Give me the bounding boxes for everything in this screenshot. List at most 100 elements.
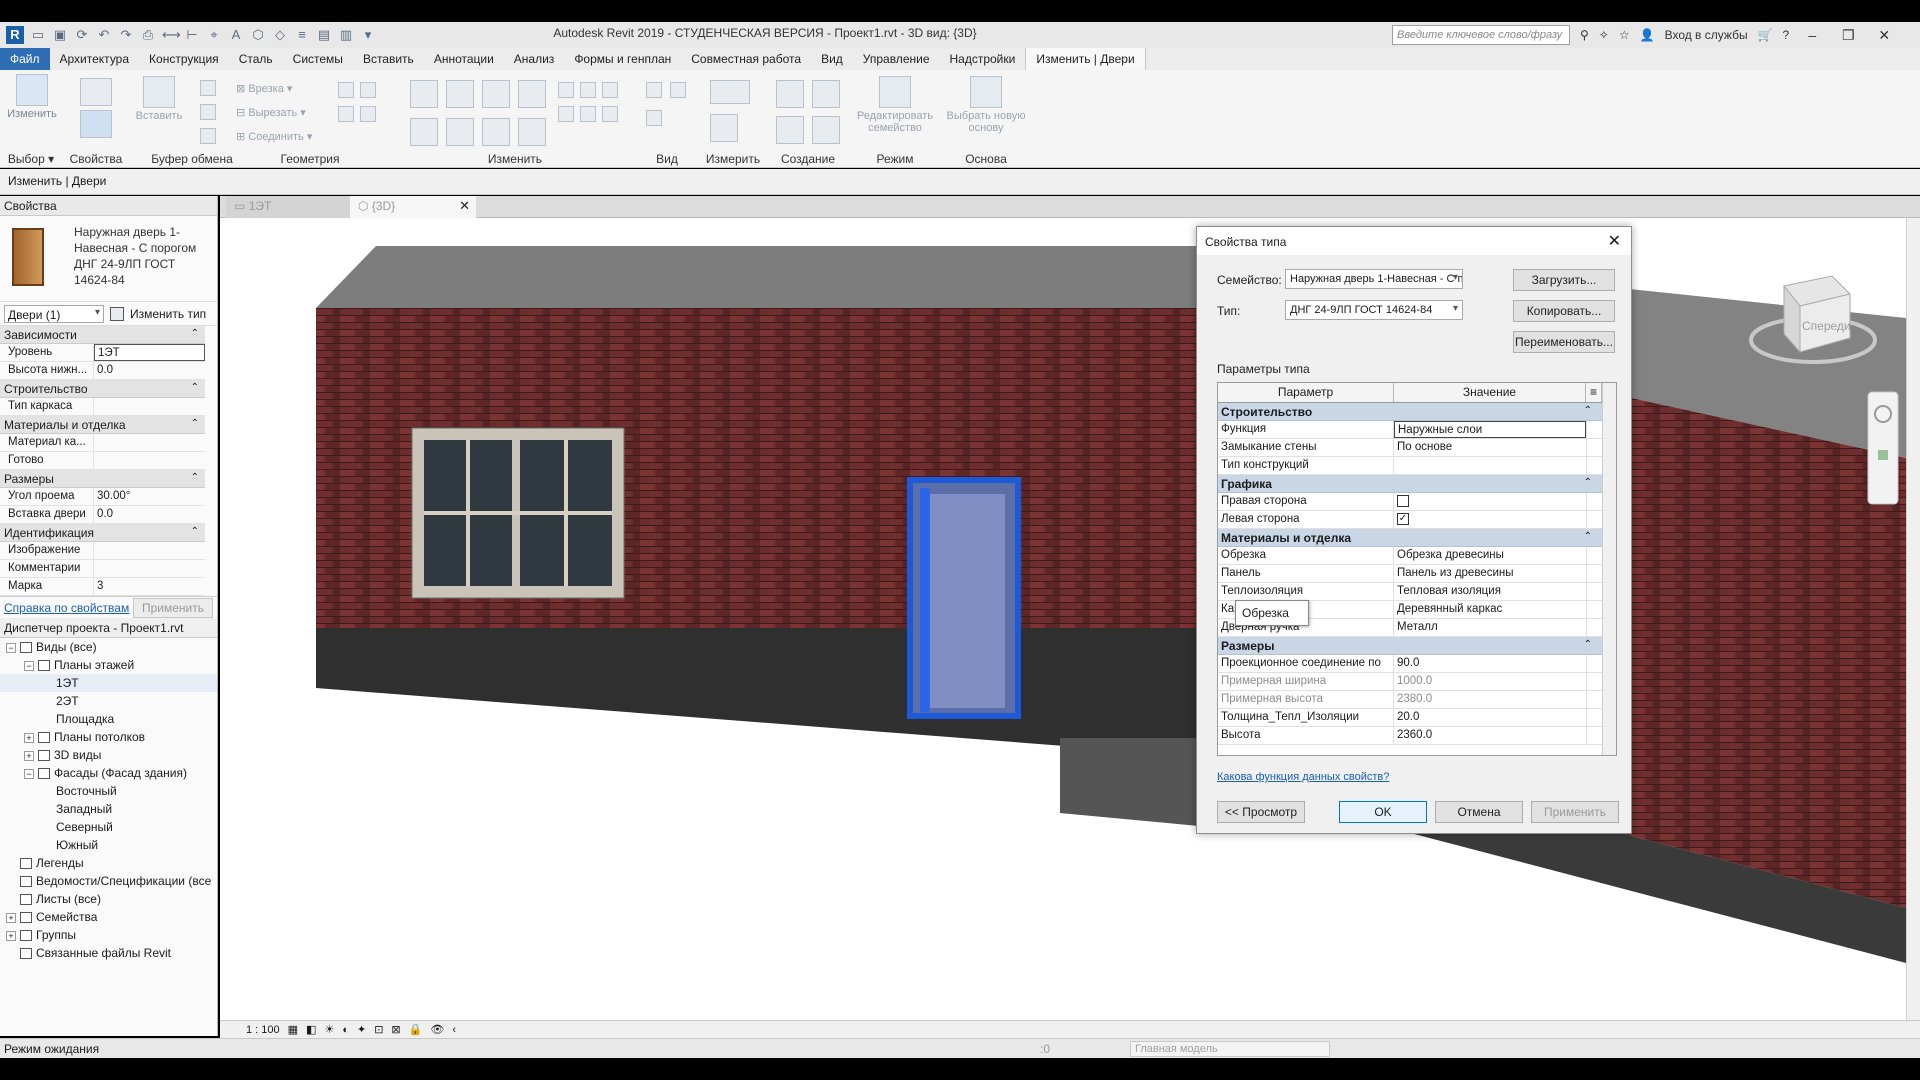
param-browse-button[interactable] bbox=[1586, 655, 1596, 672]
param-value[interactable]: Панель из древесины bbox=[1394, 565, 1586, 582]
param-row[interactable]: Панель Панель из древесины bbox=[1218, 565, 1616, 583]
property-row[interactable]: Изображение bbox=[0, 542, 205, 560]
lock-view-icon[interactable]: 🔒 bbox=[409, 1023, 423, 1036]
param-value[interactable]: Металл bbox=[1394, 619, 1586, 636]
offset-icon[interactable] bbox=[446, 80, 474, 108]
param-value[interactable]: Тепловая изоляция bbox=[1394, 583, 1586, 600]
shadows-icon[interactable]: ◐ bbox=[342, 1024, 349, 1036]
property-row[interactable]: Высота нижн... 0.0 bbox=[0, 362, 205, 380]
signin-link[interactable]: Вход в службы bbox=[1665, 28, 1748, 42]
tab-structure[interactable]: Конструкция bbox=[139, 48, 229, 70]
minimize-icon[interactable]: – bbox=[1799, 27, 1825, 43]
sort-icon[interactable]: ≡ bbox=[1586, 383, 1602, 402]
expand-toggle-icon[interactable]: − bbox=[6, 642, 16, 653]
property-row[interactable]: Уровень 1ЭТ bbox=[0, 344, 205, 362]
binoculars-icon[interactable]: ⚲ bbox=[1580, 28, 1589, 42]
tab-view-1et[interactable]: ▭ 1ЭТ bbox=[226, 196, 350, 218]
property-value[interactable]: 0.0 bbox=[94, 506, 205, 523]
param-row[interactable]: Замыкание стены По основе bbox=[1218, 439, 1616, 457]
geometry-tool-icon[interactable] bbox=[338, 82, 354, 98]
param-browse-button[interactable] bbox=[1586, 421, 1596, 438]
property-value[interactable] bbox=[94, 542, 205, 559]
param-value[interactable]: 2360.0 bbox=[1394, 727, 1586, 744]
select-group-label[interactable]: Выбор ▾ bbox=[0, 152, 62, 166]
browser-node[interactable]: Южный bbox=[0, 836, 217, 854]
search-input[interactable]: Введите ключевое слово/фразу bbox=[1392, 25, 1570, 45]
expand-toggle-icon[interactable]: + bbox=[6, 930, 16, 941]
3d-viewport[interactable]: Спереди bbox=[220, 218, 1906, 1020]
property-value[interactable] bbox=[94, 452, 205, 469]
aligned-dimension-icon[interactable] bbox=[710, 114, 738, 142]
edit-family-button[interactable]: Редактировать семейство bbox=[854, 76, 936, 134]
tab-view-3d[interactable]: ⬡ {3D} ✕ bbox=[350, 196, 476, 218]
browser-node[interactable]: Листы (все) bbox=[0, 890, 217, 908]
param-browse-button[interactable] bbox=[1586, 565, 1596, 582]
param-browse-button[interactable] bbox=[1586, 619, 1596, 636]
close-icon[interactable]: ✕ bbox=[1871, 27, 1897, 44]
active-model-select[interactable]: Главная модель bbox=[1130, 1041, 1330, 1057]
pin-icon[interactable] bbox=[558, 106, 574, 122]
apply-button[interactable]: Применить bbox=[132, 597, 213, 618]
mirror-draw-icon[interactable] bbox=[518, 80, 546, 108]
tab-manage[interactable]: Управление bbox=[853, 48, 940, 70]
array-icon[interactable] bbox=[580, 82, 596, 98]
property-value[interactable] bbox=[94, 560, 205, 577]
tab-addins[interactable]: Надстройки bbox=[940, 48, 1026, 70]
browser-node[interactable]: − Фасады (Фасад здания) bbox=[0, 764, 217, 782]
preview-button[interactable]: << Просмотр bbox=[1217, 801, 1305, 823]
trim-icon[interactable] bbox=[518, 118, 546, 146]
tab-view[interactable]: Вид bbox=[811, 48, 853, 70]
browser-node[interactable]: 2ЭТ bbox=[0, 692, 217, 710]
param-row[interactable]: Правая сторона bbox=[1218, 493, 1616, 511]
scroll-left-icon[interactable]: ‹ bbox=[452, 1024, 456, 1036]
param-value[interactable]: Обрезка древесины bbox=[1394, 547, 1586, 564]
param-row[interactable]: Примерная ширина 1000.0 bbox=[1218, 673, 1616, 691]
properties-icon[interactable] bbox=[80, 78, 112, 106]
property-row[interactable]: Готово bbox=[0, 452, 205, 470]
duplicate-button[interactable]: Копировать... bbox=[1513, 300, 1615, 322]
geometry-tool-icon[interactable] bbox=[360, 106, 376, 122]
property-row[interactable]: Марка 3 bbox=[0, 578, 205, 596]
tab-annotate[interactable]: Аннотации bbox=[424, 48, 504, 70]
sun-path-icon[interactable]: ☀ bbox=[324, 1023, 334, 1036]
modify-button[interactable]: Изменить bbox=[4, 74, 60, 120]
hide-isolate-icon[interactable]: 👁 bbox=[430, 1023, 444, 1036]
ok-button[interactable]: OK bbox=[1339, 801, 1427, 823]
paste-button[interactable]: Вставить bbox=[134, 76, 184, 122]
favorites-icon[interactable]: ☆ bbox=[1619, 28, 1630, 42]
copy-element-icon[interactable] bbox=[446, 118, 474, 146]
user-icon[interactable]: 👤 bbox=[1640, 28, 1655, 42]
browser-node[interactable]: Площадка bbox=[0, 710, 217, 728]
tab-steel[interactable]: Сталь bbox=[229, 48, 283, 70]
param-browse-button[interactable] bbox=[1586, 439, 1596, 456]
rotate-icon[interactable] bbox=[482, 118, 510, 146]
close-tab-icon[interactable]: ✕ bbox=[459, 198, 470, 214]
tab-modify-doors[interactable]: Изменить | Двери bbox=[1025, 48, 1146, 70]
param-browse-button[interactable] bbox=[1586, 457, 1596, 474]
tab-insert[interactable]: Вставить bbox=[353, 48, 424, 70]
param-browse-button[interactable] bbox=[1586, 691, 1596, 708]
collapse-icon[interactable]: ⌃ bbox=[191, 382, 199, 393]
mirror-axis-icon[interactable] bbox=[482, 80, 510, 108]
param-browse-button[interactable] bbox=[1586, 493, 1596, 510]
expand-toggle-icon[interactable]: + bbox=[24, 732, 34, 743]
subscription-icon[interactable]: ✧ bbox=[1599, 28, 1609, 42]
properties-section[interactable]: Зависимости ⌃ bbox=[0, 326, 205, 344]
tab-systems[interactable]: Системы bbox=[283, 48, 353, 70]
tab-massing-site[interactable]: Формы и генплан bbox=[564, 48, 681, 70]
properties-section[interactable]: Материалы и отделка ⌃ bbox=[0, 416, 205, 434]
property-value[interactable]: 3 bbox=[94, 578, 205, 595]
collapse-icon[interactable]: ⌃ bbox=[191, 526, 199, 537]
collapse-icon[interactable]: ⌃ bbox=[1584, 639, 1592, 650]
browser-node[interactable]: Связанные файлы Revit bbox=[0, 944, 217, 962]
create-group-icon[interactable] bbox=[776, 116, 804, 144]
browser-node[interactable]: − Планы этажей bbox=[0, 656, 217, 674]
properties-section[interactable]: Идентификация ⌃ bbox=[0, 524, 205, 542]
param-browse-button[interactable] bbox=[1586, 583, 1596, 600]
cut-geometry-button[interactable]: ⊟ Вырезать ▾ bbox=[236, 106, 306, 119]
param-row[interactable]: Функция Наружные слои bbox=[1218, 421, 1616, 439]
property-value[interactable] bbox=[94, 434, 205, 451]
param-value[interactable]: 2380.0 bbox=[1394, 691, 1586, 708]
param-value[interactable]: По основе bbox=[1394, 439, 1586, 456]
split-icon[interactable] bbox=[558, 82, 574, 98]
